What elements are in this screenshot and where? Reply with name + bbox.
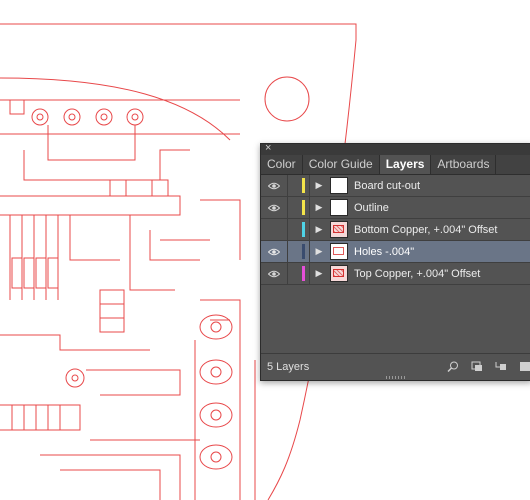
eye-icon	[268, 182, 280, 189]
layer-row-top-copper[interactable]: ▶ Top Copper, +.004" Offset	[261, 263, 530, 285]
lock-toggle[interactable]	[288, 219, 310, 240]
expand-arrow-icon[interactable]: ▶	[310, 268, 328, 279]
layer-name: Outline	[354, 201, 389, 214]
layer-row-bottom-copper[interactable]: ▶ Bottom Copper, +.004" Offset	[261, 219, 530, 241]
create-sublayer-icon[interactable]	[495, 361, 507, 372]
visibility-toggle[interactable]	[261, 263, 288, 284]
layer-list: ▶ Board cut-out ▶ Outline ▶ Bottom Coppe…	[261, 175, 530, 285]
lock-toggle[interactable]	[288, 263, 310, 284]
tab-color[interactable]: Color	[261, 155, 303, 174]
layer-thumbnail	[330, 177, 348, 194]
layer-count: 5 Layers	[267, 361, 310, 373]
layer-name: Bottom Copper, +.004" Offset	[354, 223, 498, 236]
panel-tabs: Color Color Guide Layers Artboards	[261, 155, 530, 175]
visibility-toggle[interactable]	[261, 175, 288, 196]
layers-panel: × Color Color Guide Layers Artboards ▶ B…	[260, 142, 530, 381]
panel-footer: 5 Layers	[261, 353, 530, 380]
visibility-toggle[interactable]	[261, 241, 288, 262]
layer-color-swatch	[302, 222, 305, 237]
layer-thumbnail	[330, 199, 348, 216]
layer-color-swatch	[302, 200, 305, 215]
visibility-toggle[interactable]	[261, 197, 288, 218]
new-layer-icon[interactable]	[519, 361, 530, 372]
visibility-toggle[interactable]	[261, 219, 288, 240]
mounting-hole	[264, 76, 310, 122]
layer-thumbnail	[330, 221, 348, 238]
layer-row-outline[interactable]: ▶ Outline	[261, 197, 530, 219]
eye-icon	[268, 204, 280, 211]
eye-icon	[268, 248, 280, 255]
locate-object-icon[interactable]	[447, 361, 459, 372]
expand-arrow-icon[interactable]: ▶	[310, 246, 328, 257]
lock-toggle[interactable]	[288, 175, 310, 196]
layer-name: Board cut-out	[354, 179, 421, 192]
close-icon[interactable]: ×	[265, 142, 271, 155]
board-arc	[0, 77, 231, 141]
layer-name: Holes -.004"	[354, 245, 415, 258]
layer-name: Top Copper, +.004" Offset	[354, 267, 481, 280]
tab-layers[interactable]: Layers	[379, 155, 432, 174]
layer-color-swatch	[302, 266, 305, 281]
layer-row-board-cut-out[interactable]: ▶ Board cut-out	[261, 175, 530, 197]
layer-thumbnail	[330, 265, 348, 282]
layer-color-swatch	[302, 244, 305, 259]
eye-icon	[268, 270, 280, 277]
lock-toggle[interactable]	[288, 241, 310, 262]
expand-arrow-icon[interactable]: ▶	[310, 202, 328, 213]
layer-thumbnail	[330, 243, 348, 260]
lock-toggle[interactable]	[288, 197, 310, 218]
panel-title-bar[interactable]: ×	[261, 142, 530, 155]
layer-color-swatch	[302, 178, 305, 193]
expand-arrow-icon[interactable]: ▶	[310, 180, 328, 191]
tab-color-guide[interactable]: Color Guide	[303, 155, 380, 174]
expand-arrow-icon[interactable]: ▶	[310, 224, 328, 235]
make-clipping-mask-icon[interactable]	[471, 361, 483, 372]
tab-artboards[interactable]: Artboards	[431, 155, 497, 174]
resize-grip[interactable]	[386, 376, 406, 379]
layer-row-holes[interactable]: ▶ Holes -.004"	[261, 241, 530, 263]
